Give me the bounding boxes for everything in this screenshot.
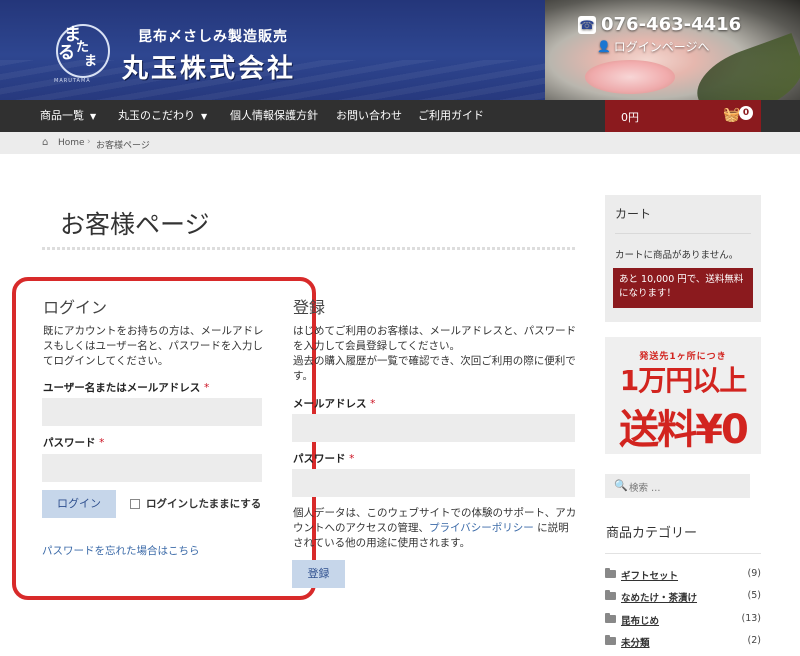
privacy-policy-link[interactable]: プライバシーポリシー (429, 522, 534, 534)
register-intro-line1: はじめてご利用のお客様は、メールアドレスと、パスワードを入力して会員登録してくだ… (293, 325, 577, 352)
nav-item-privacy[interactable]: 個人情報保護方針 (230, 100, 318, 132)
category-count: (2) (747, 635, 761, 646)
header-cart-button[interactable]: 0円 🧺 0 (605, 100, 761, 132)
search-placeholder: 検索 … (629, 483, 661, 494)
required-mark: * (349, 453, 355, 465)
nav-item-guide[interactable]: ご利用ガイド (418, 100, 484, 132)
cart-count-badge: 0 (739, 106, 753, 120)
breadcrumb-current: お客様ページ (96, 141, 150, 151)
home-icon: ⌂ (42, 137, 49, 148)
cart-widget: カート カートに商品がありません。 あと 10,000 円で、送料無料になります… (605, 195, 761, 322)
register-password-label-text: パスワード (293, 453, 346, 465)
cart-empty-message: カートに商品がありません。 (615, 250, 739, 261)
free-shipping-notice: あと 10,000 円で、送料無料になります！ (613, 268, 753, 308)
category-name[interactable]: 昆布じめ (621, 613, 659, 627)
category-name[interactable]: 未分類 (621, 635, 650, 649)
register-button[interactable]: 登録 (292, 560, 345, 588)
breadcrumb: ⌂ Home › お客様ページ (0, 132, 800, 154)
breadcrumb-home-link[interactable]: Home (58, 138, 85, 148)
banner-line2: 送料¥0 (619, 407, 749, 453)
search-input[interactable]: 🔍 検索 … (605, 474, 750, 498)
search-icon: 🔍 (614, 479, 628, 492)
categories-heading: 商品カテゴリー (606, 526, 698, 541)
company-logo[interactable]: 丸玉株式会社 (122, 48, 296, 85)
folder-icon (605, 568, 616, 578)
login-highlight-annotation (12, 277, 316, 600)
category-count: (13) (741, 613, 761, 624)
required-mark: * (370, 398, 376, 410)
login-link-text: ログインページへ (613, 40, 710, 54)
phone-number[interactable]: ☎ 076-463-4416 (578, 14, 741, 35)
cart-widget-title: カート (615, 207, 652, 221)
sashimi-image (585, 60, 675, 94)
free-shipping-banner[interactable]: 発送先1ヶ所につき 1万円以上 送料¥0 (605, 337, 761, 454)
cart-total: 0円 (621, 111, 639, 124)
cart-widget-divider (615, 233, 751, 234)
register-password-input[interactable] (292, 469, 575, 497)
folder-icon (605, 590, 616, 600)
banner-line1: 1万円以上 (619, 364, 747, 397)
privacy-notice: 個人データは、このウェブサイトでの体験のサポート、アカウントへのアクセスの管理、… (293, 506, 577, 551)
phone-text: 076-463-4416 (601, 14, 742, 35)
nav-item-label: 商品一覧 (40, 109, 84, 122)
emblem-char: る (58, 43, 75, 63)
chevron-down-icon: ▼ (201, 112, 208, 121)
emblem-subtitle: MARUTAMA (54, 78, 91, 84)
site-header: ま る た ま MARUTAMA 昆布〆さしみ製造販売 丸玉株式会社 ☎ 076… (0, 0, 800, 100)
category-item[interactable]: ギフトセット (9) (605, 567, 763, 583)
phone-icon: ☎ (578, 15, 596, 34)
category-name[interactable]: なめたけ・茶漬け (621, 590, 697, 604)
folder-icon (605, 613, 616, 623)
title-divider (42, 247, 575, 250)
category-name[interactable]: ギフトセット (621, 568, 678, 582)
chevron-down-icon: ▼ (90, 112, 97, 121)
basket-icon: 🧺 (723, 107, 741, 123)
login-page-link[interactable]: 👤 ログインページへ (597, 38, 709, 55)
category-item[interactable]: 昆布じめ (13) (605, 612, 763, 628)
categories-divider (605, 553, 761, 554)
folder-icon (605, 635, 616, 645)
category-item[interactable]: 未分類 (2) (605, 634, 763, 650)
breadcrumb-separator-icon: › (87, 137, 91, 147)
emblem-char: ま (84, 54, 98, 69)
register-heading: 登録 (293, 298, 326, 317)
page-title: お客様ページ (60, 210, 210, 239)
logo-emblem[interactable]: ま る た ま MARUTAMA (50, 14, 116, 90)
nav-item-label: お問い合わせ (336, 109, 402, 122)
nav-item-label: 丸玉のこだわり (118, 109, 195, 122)
site-tagline: 昆布〆さしみ製造販売 (138, 29, 288, 45)
nav-item-commitment[interactable]: 丸玉のこだわり ▼ (118, 100, 207, 132)
user-icon: 👤 (597, 40, 611, 53)
register-email-label: メールアドレス * (293, 396, 375, 411)
category-item[interactable]: なめたけ・茶漬け (5) (605, 589, 763, 605)
register-intro: はじめてご利用のお客様は、メールアドレスと、パスワードを入力して会員登録してくだ… (293, 324, 577, 384)
nav-item-contact[interactable]: お問い合わせ (336, 100, 402, 132)
register-password-label: パスワード * (293, 451, 354, 466)
category-count: (9) (747, 568, 761, 579)
nav-item-products[interactable]: 商品一覧 ▼ (40, 100, 96, 132)
nav-item-label: ご利用ガイド (418, 109, 484, 122)
register-email-input[interactable] (292, 414, 575, 442)
register-email-label-text: メールアドレス (293, 398, 367, 410)
register-intro-line2: 過去の購入履歴が一覧で確認でき、次回ご利用の際に便利です。 (293, 355, 576, 382)
nav-item-label: 個人情報保護方針 (230, 109, 318, 122)
category-count: (5) (747, 590, 761, 601)
